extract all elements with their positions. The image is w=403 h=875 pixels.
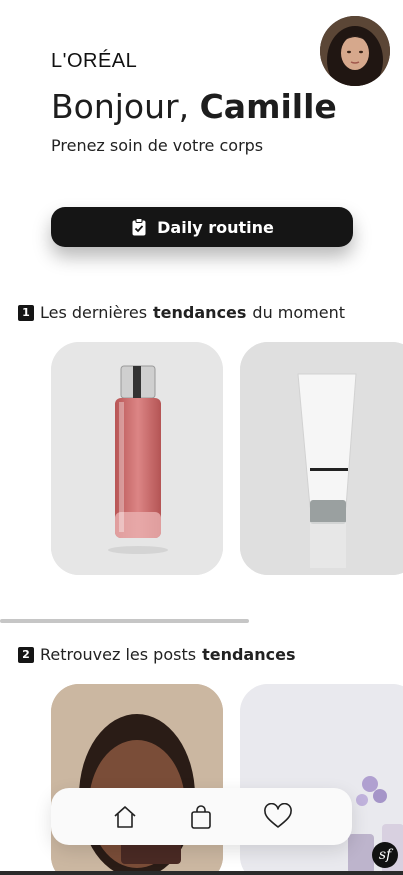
clipboard-check-icon: [130, 218, 148, 236]
section-text-before: Retrouvez les posts: [40, 645, 197, 664]
cream-tube-image: [240, 342, 403, 575]
section-text-bold: tendances: [202, 645, 296, 664]
page-title: Bonjour, Camille: [51, 86, 337, 128]
section-text-bold: tendances: [153, 303, 247, 322]
carousel-scrollbar-thumb[interactable]: [0, 619, 249, 623]
page-subtitle: Prenez soin de votre corps: [51, 136, 264, 155]
avatar-image: [320, 16, 390, 86]
section-text-before: Les dernières: [40, 303, 148, 322]
portrait-image: [51, 684, 223, 875]
avatar[interactable]: [320, 16, 390, 86]
section-text-after: du moment: [252, 303, 346, 322]
product-card-serum[interactable]: [51, 342, 223, 575]
bottom-edge-bar: [0, 871, 403, 875]
framework-badge[interactable]: sf: [372, 842, 398, 868]
section-title-posts: 2 Retrouvez les posts tendances: [18, 645, 295, 664]
daily-routine-button[interactable]: Daily routine: [51, 207, 353, 247]
heart-icon: [263, 802, 292, 828]
greeting-name: Camille: [199, 87, 337, 126]
post-card-portrait[interactable]: [51, 684, 223, 875]
serum-bottle-image: [51, 342, 223, 575]
daily-routine-label: Daily routine: [157, 217, 274, 237]
home-icon: [114, 805, 136, 828]
section-title-trends: 1 Les dernières tendances du moment: [18, 303, 345, 322]
carousel-scrollbar[interactable]: [0, 619, 403, 623]
product-card-cream[interactable]: [240, 342, 403, 575]
section-number: 2: [18, 646, 34, 663]
nav-favorites-button[interactable]: [262, 801, 294, 833]
nav-home-button[interactable]: [109, 801, 141, 833]
nav-bag-button[interactable]: [185, 801, 217, 833]
brand-logo: L'ORÉAL: [51, 50, 138, 72]
shopping-bag-icon: [191, 804, 212, 829]
bottom-navigation: [51, 788, 352, 845]
greeting-hello: Bonjour,: [51, 87, 190, 126]
section-number: 1: [18, 304, 34, 321]
